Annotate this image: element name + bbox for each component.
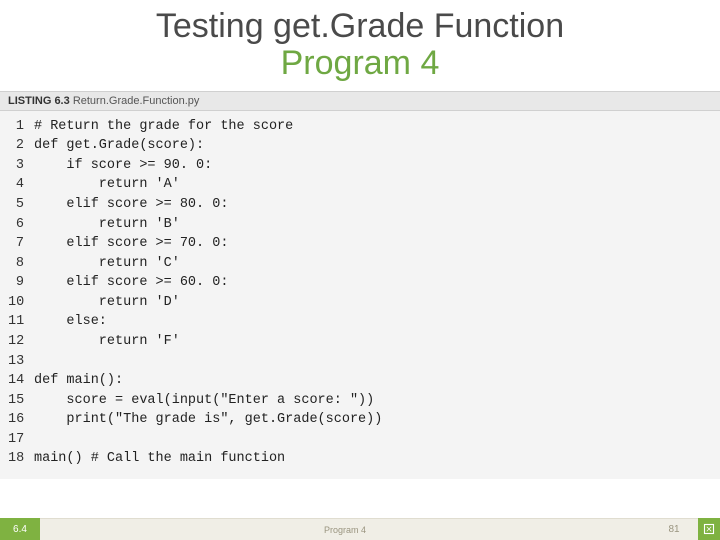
footer-section-number: 6.4 <box>0 518 40 540</box>
code-text: score = eval(input("Enter a score: ")) <box>34 391 374 411</box>
title-line-1: Testing get.Grade Function <box>0 8 720 45</box>
listing-caption: LISTING 6.3 Return.Grade.Function.py <box>0 91 720 111</box>
code-text: main() # Call the main function <box>34 449 285 469</box>
code-line: 14def main(): <box>8 371 712 391</box>
code-text: print("The grade is", get.Grade(score)) <box>34 410 382 430</box>
code-text: elif score >= 70. 0: <box>34 234 228 254</box>
line-number: 11 <box>8 312 34 332</box>
code-text: if score >= 90. 0: <box>34 156 212 176</box>
line-number: 8 <box>8 254 34 274</box>
code-text: # Return the grade for the score <box>34 117 293 137</box>
code-text: return 'C' <box>34 254 180 274</box>
code-line: 13 <box>8 352 712 372</box>
code-line: 5 elif score >= 80. 0: <box>8 195 712 215</box>
expand-icon[interactable] <box>698 518 720 540</box>
slide-footer: 6.4 Program 4 81 <box>0 518 720 540</box>
line-number: 3 <box>8 156 34 176</box>
title-line-2: Program 4 <box>0 45 720 82</box>
line-number: 13 <box>8 352 34 372</box>
code-line: 3 if score >= 90. 0: <box>8 156 712 176</box>
listing-prefix: LISTING 6.3 <box>8 95 70 107</box>
line-number: 18 <box>8 449 34 469</box>
line-number: 2 <box>8 136 34 156</box>
listing-filename: Return.Grade.Function.py <box>73 95 200 107</box>
code-line: 9 elif score >= 60. 0: <box>8 273 712 293</box>
code-line: 15 score = eval(input("Enter a score: ")… <box>8 391 712 411</box>
code-line: 17 <box>8 430 712 450</box>
code-line: 7 elif score >= 70. 0: <box>8 234 712 254</box>
line-number: 4 <box>8 175 34 195</box>
code-text: return 'B' <box>34 215 180 235</box>
code-line: 1# Return the grade for the score <box>8 117 712 137</box>
line-number: 16 <box>8 410 34 430</box>
code-text: elif score >= 60. 0: <box>34 273 228 293</box>
code-text: return 'A' <box>34 175 180 195</box>
slide-title: Testing get.Grade Function Program 4 <box>0 0 720 91</box>
line-number: 9 <box>8 273 34 293</box>
code-line: 10 return 'D' <box>8 293 712 313</box>
line-number: 7 <box>8 234 34 254</box>
line-number: 10 <box>8 293 34 313</box>
code-text: return 'F' <box>34 332 180 352</box>
code-line: 16 print("The grade is", get.Grade(score… <box>8 410 712 430</box>
footer-page-number: 81 <box>650 518 698 540</box>
code-line: 6 return 'B' <box>8 215 712 235</box>
code-line: 2def get.Grade(score): <box>8 136 712 156</box>
code-text: elif score >= 80. 0: <box>34 195 228 215</box>
line-number: 15 <box>8 391 34 411</box>
code-line: 11 else: <box>8 312 712 332</box>
code-text: return 'D' <box>34 293 180 313</box>
code-line: 4 return 'A' <box>8 175 712 195</box>
code-line: 8 return 'C' <box>8 254 712 274</box>
line-number: 1 <box>8 117 34 137</box>
code-listing: 1# Return the grade for the score2def ge… <box>0 111 720 479</box>
line-number: 12 <box>8 332 34 352</box>
code-text: def get.Grade(score): <box>34 136 204 156</box>
code-text: def main(): <box>34 371 123 391</box>
line-number: 5 <box>8 195 34 215</box>
footer-center-label: Program 4 <box>40 518 650 540</box>
line-number: 14 <box>8 371 34 391</box>
code-text: else: <box>34 312 107 332</box>
code-line: 12 return 'F' <box>8 332 712 352</box>
line-number: 6 <box>8 215 34 235</box>
line-number: 17 <box>8 430 34 450</box>
code-line: 18main() # Call the main function <box>8 449 712 469</box>
